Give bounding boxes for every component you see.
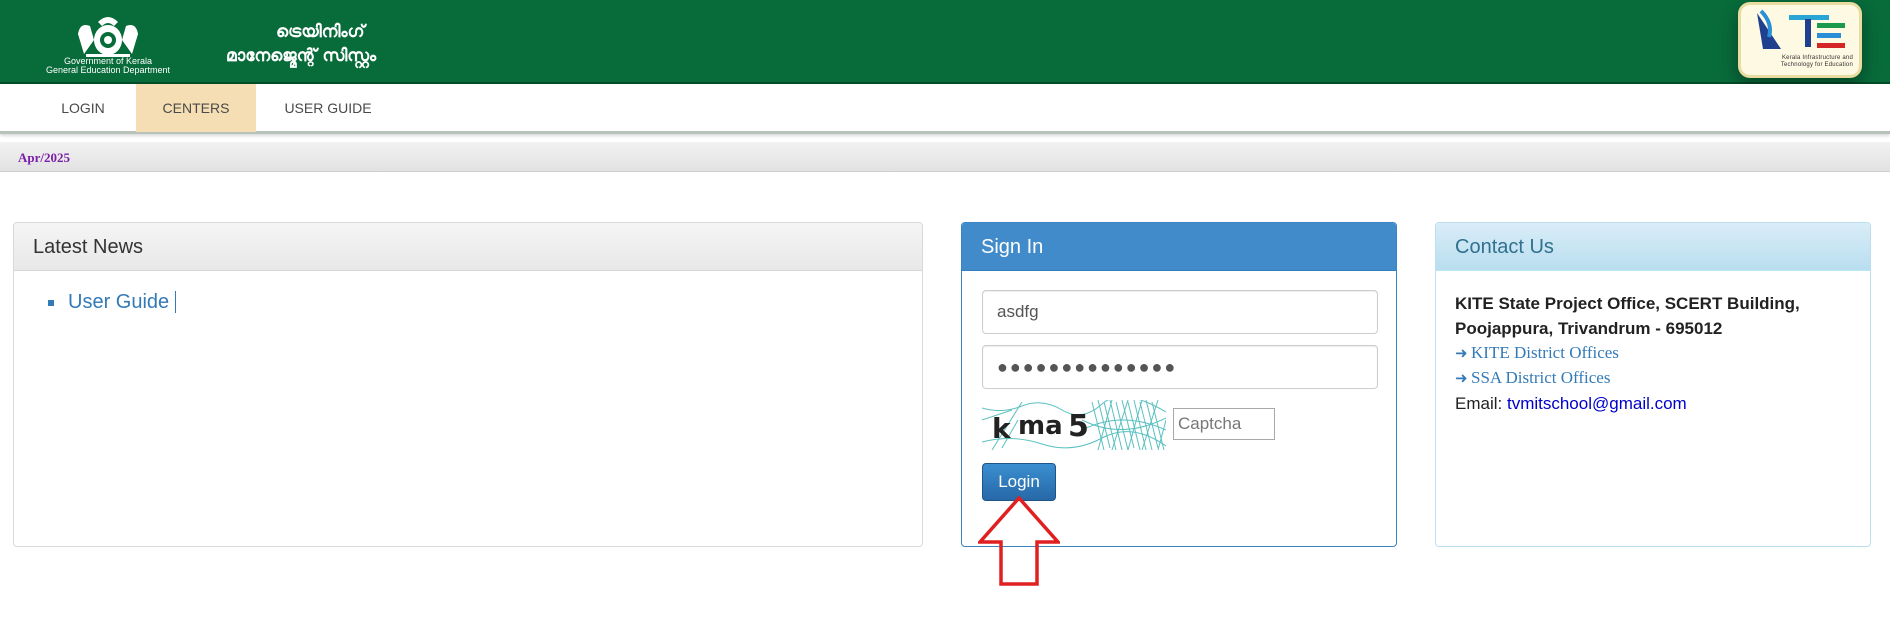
svg-text:k: k bbox=[992, 412, 1012, 445]
sign-in-title: Sign In bbox=[962, 223, 1396, 271]
ssa-district-offices-link[interactable]: ➜ SSA District Offices bbox=[1455, 366, 1610, 390]
captcha-image: k ma 5 bbox=[982, 400, 1166, 450]
kite-logo: Kerala Infrastructure and Technology for… bbox=[1738, 2, 1862, 78]
kite-district-offices-label: KITE District Offices bbox=[1471, 343, 1619, 362]
date-text: Apr/2025 bbox=[18, 150, 70, 165]
date-bar: Apr/2025 bbox=[0, 142, 1890, 172]
nav-user-guide[interactable]: USER GUIDE bbox=[276, 84, 380, 132]
up-arrow-annotation-icon bbox=[976, 495, 1062, 586]
contact-address: KITE State Project Office, SCERT Buildin… bbox=[1455, 291, 1855, 341]
system-title: ട്രെയിനിംഗ് മാനേജ്മെന്റ് സിസ്റ്റം bbox=[226, 20, 376, 68]
up-arrow-annotation bbox=[976, 495, 1062, 591]
email-link[interactable]: tvmitschool@gmail.com bbox=[1507, 394, 1687, 413]
arrow-right-icon: ➜ bbox=[1455, 344, 1468, 362]
user-guide-link[interactable]: User Guide bbox=[68, 291, 177, 313]
ssa-district-offices-label: SSA District Offices bbox=[1471, 368, 1611, 387]
address-line-1: KITE State Project Office, SCERT Buildin… bbox=[1455, 294, 1800, 313]
svg-text:5: 5 bbox=[1068, 409, 1089, 444]
kite-logo-icon bbox=[1757, 9, 1845, 49]
latest-news-panel: Latest News User Guide bbox=[13, 222, 923, 547]
kite-district-offices-link[interactable]: ➜ KITE District Offices bbox=[1455, 341, 1619, 365]
government-emblem: Government of Kerala General Education D… bbox=[24, 14, 192, 76]
latest-news-title: Latest News bbox=[14, 223, 922, 271]
contact-email: Email: tvmitschool@gmail.com bbox=[1455, 392, 1687, 416]
news-list: User Guide bbox=[66, 291, 177, 314]
kerala-emblem-icon bbox=[78, 17, 138, 57]
email-label: Email: bbox=[1455, 394, 1503, 413]
contact-us-panel: Contact Us KITE State Project Office, SC… bbox=[1435, 222, 1871, 547]
main-nav: LOGIN CENTERS USER GUIDE bbox=[0, 84, 1890, 134]
system-title-line1: ട്രെയിനിംഗ് bbox=[276, 22, 365, 42]
news-item: User Guide bbox=[66, 291, 177, 314]
site-header: Government of Kerala General Education D… bbox=[0, 0, 1890, 84]
org-line-2: General Education Department bbox=[45, 65, 171, 75]
password-input[interactable]: ●●●●●●●●●●●●●● bbox=[982, 345, 1378, 389]
captcha-input[interactable]: Captcha bbox=[1173, 408, 1275, 440]
captcha-noise-icon: k ma 5 bbox=[982, 400, 1166, 450]
arrow-right-icon: ➜ bbox=[1455, 369, 1468, 387]
kite-logo-text: Kerala Infrastructure and Technology for… bbox=[1780, 55, 1853, 68]
svg-text:ma: ma bbox=[1018, 411, 1063, 441]
system-title-line2: മാനേജ്മെന്റ് സിസ്റ്റം bbox=[226, 46, 377, 66]
nav-login[interactable]: LOGIN bbox=[42, 84, 124, 132]
address-line-2: Poojappura, Trivandrum - 695012 bbox=[1455, 319, 1723, 338]
contact-us-title: Contact Us bbox=[1436, 223, 1870, 271]
username-input[interactable]: asdfg bbox=[982, 290, 1378, 334]
nav-centers[interactable]: CENTERS bbox=[136, 84, 256, 132]
